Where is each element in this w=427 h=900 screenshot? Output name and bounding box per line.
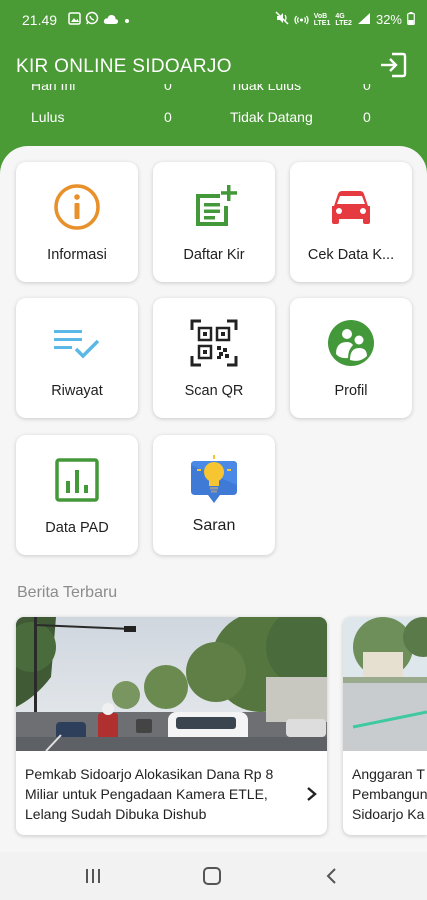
menu-label: Profil	[334, 383, 368, 399]
menu-daftar-kir[interactable]: Daftar Kir	[153, 162, 275, 282]
recent-apps-icon[interactable]	[81, 866, 105, 886]
back-icon[interactable]	[320, 866, 344, 886]
hotspot-icon	[294, 11, 309, 28]
news-section-title: Berita Terbaru	[17, 584, 118, 601]
add-note-icon	[189, 182, 239, 232]
signal-icon	[357, 12, 371, 28]
menu-label: Cek Data K...	[307, 247, 395, 263]
dot-icon	[123, 12, 131, 28]
status-system-icons: VoB LTE1 4G LTE2 32%	[275, 11, 415, 28]
app-title: KIR ONLINE SIDOARJO	[16, 56, 232, 77]
battery-text: 32%	[375, 12, 402, 27]
qr-code-icon	[189, 318, 239, 368]
news-headline: Pemkab Sidoarjo Alokasikan Dana Rp 8 Mil…	[25, 766, 274, 822]
car-icon	[326, 182, 376, 232]
volte2-indicator: 4G LTE2	[335, 12, 352, 27]
menu-label: Riwayat	[51, 383, 103, 399]
info-icon	[52, 182, 102, 232]
system-navigation-bar	[0, 852, 427, 900]
stat-label-not-passed: Tidak Lulus	[230, 84, 302, 93]
status-notification-icons	[68, 11, 131, 28]
menu-data-pad[interactable]: Data PAD	[16, 435, 138, 555]
menu-label: Scan QR	[184, 383, 244, 399]
menu-riwayat[interactable]: Riwayat	[16, 298, 138, 418]
stat-value-passed: 0	[164, 109, 172, 125]
mute-icon	[275, 11, 289, 28]
menu-label: Data PAD	[45, 520, 109, 536]
stat-label-not-attended: Tidak Datang	[230, 109, 313, 125]
news-image	[343, 617, 427, 751]
battery-icon	[407, 11, 415, 28]
news-headline: Anggaran T Pembangun Sidoarjo Ka	[352, 766, 427, 822]
stats-partial-row: Hari Ini 0 Tidak Lulus 0	[0, 84, 427, 98]
menu-cek-data[interactable]: Cek Data K...	[290, 162, 412, 282]
logout-icon[interactable]	[379, 52, 407, 78]
stat-label-today: Hari Ini	[31, 84, 76, 93]
whatsapp-icon	[85, 11, 99, 28]
news-image	[16, 617, 327, 753]
news-card-2[interactable]: Anggaran T Pembangun Sidoarjo Ka	[343, 617, 427, 835]
stat-value-today: 0	[164, 84, 172, 93]
menu-profil[interactable]: Profil	[290, 298, 412, 418]
bar-chart-icon	[52, 455, 102, 505]
menu-scan-qr[interactable]: Scan QR	[153, 298, 275, 418]
stat-label-passed: Lulus	[31, 109, 65, 125]
news-card[interactable]: Pemkab Sidoarjo Alokasikan Dana Rp 8 Mil…	[16, 617, 327, 835]
people-icon	[326, 318, 376, 368]
menu-saran[interactable]: Saran	[153, 435, 275, 555]
menu-label: Saran	[192, 517, 236, 534]
image-notification-icon	[68, 11, 81, 28]
home-icon[interactable]	[200, 866, 224, 886]
cloud-icon	[103, 12, 119, 28]
menu-informasi[interactable]: Informasi	[16, 162, 138, 282]
menu-label: Daftar Kir	[183, 247, 245, 263]
lightbulb-idea-icon	[189, 455, 239, 505]
menu-label: Informasi	[47, 247, 107, 263]
status-time: 21.49	[22, 12, 58, 28]
volte1-indicator: VoB LTE1	[313, 12, 331, 27]
stat-value-not-attended: 0	[363, 109, 371, 125]
chevron-right-icon	[305, 785, 319, 803]
status-bar: 21.49 VoB LTE1 4G LTE2 32%	[0, 0, 427, 40]
stat-value-not-passed: 0	[363, 84, 371, 93]
checklist-icon	[52, 318, 102, 368]
